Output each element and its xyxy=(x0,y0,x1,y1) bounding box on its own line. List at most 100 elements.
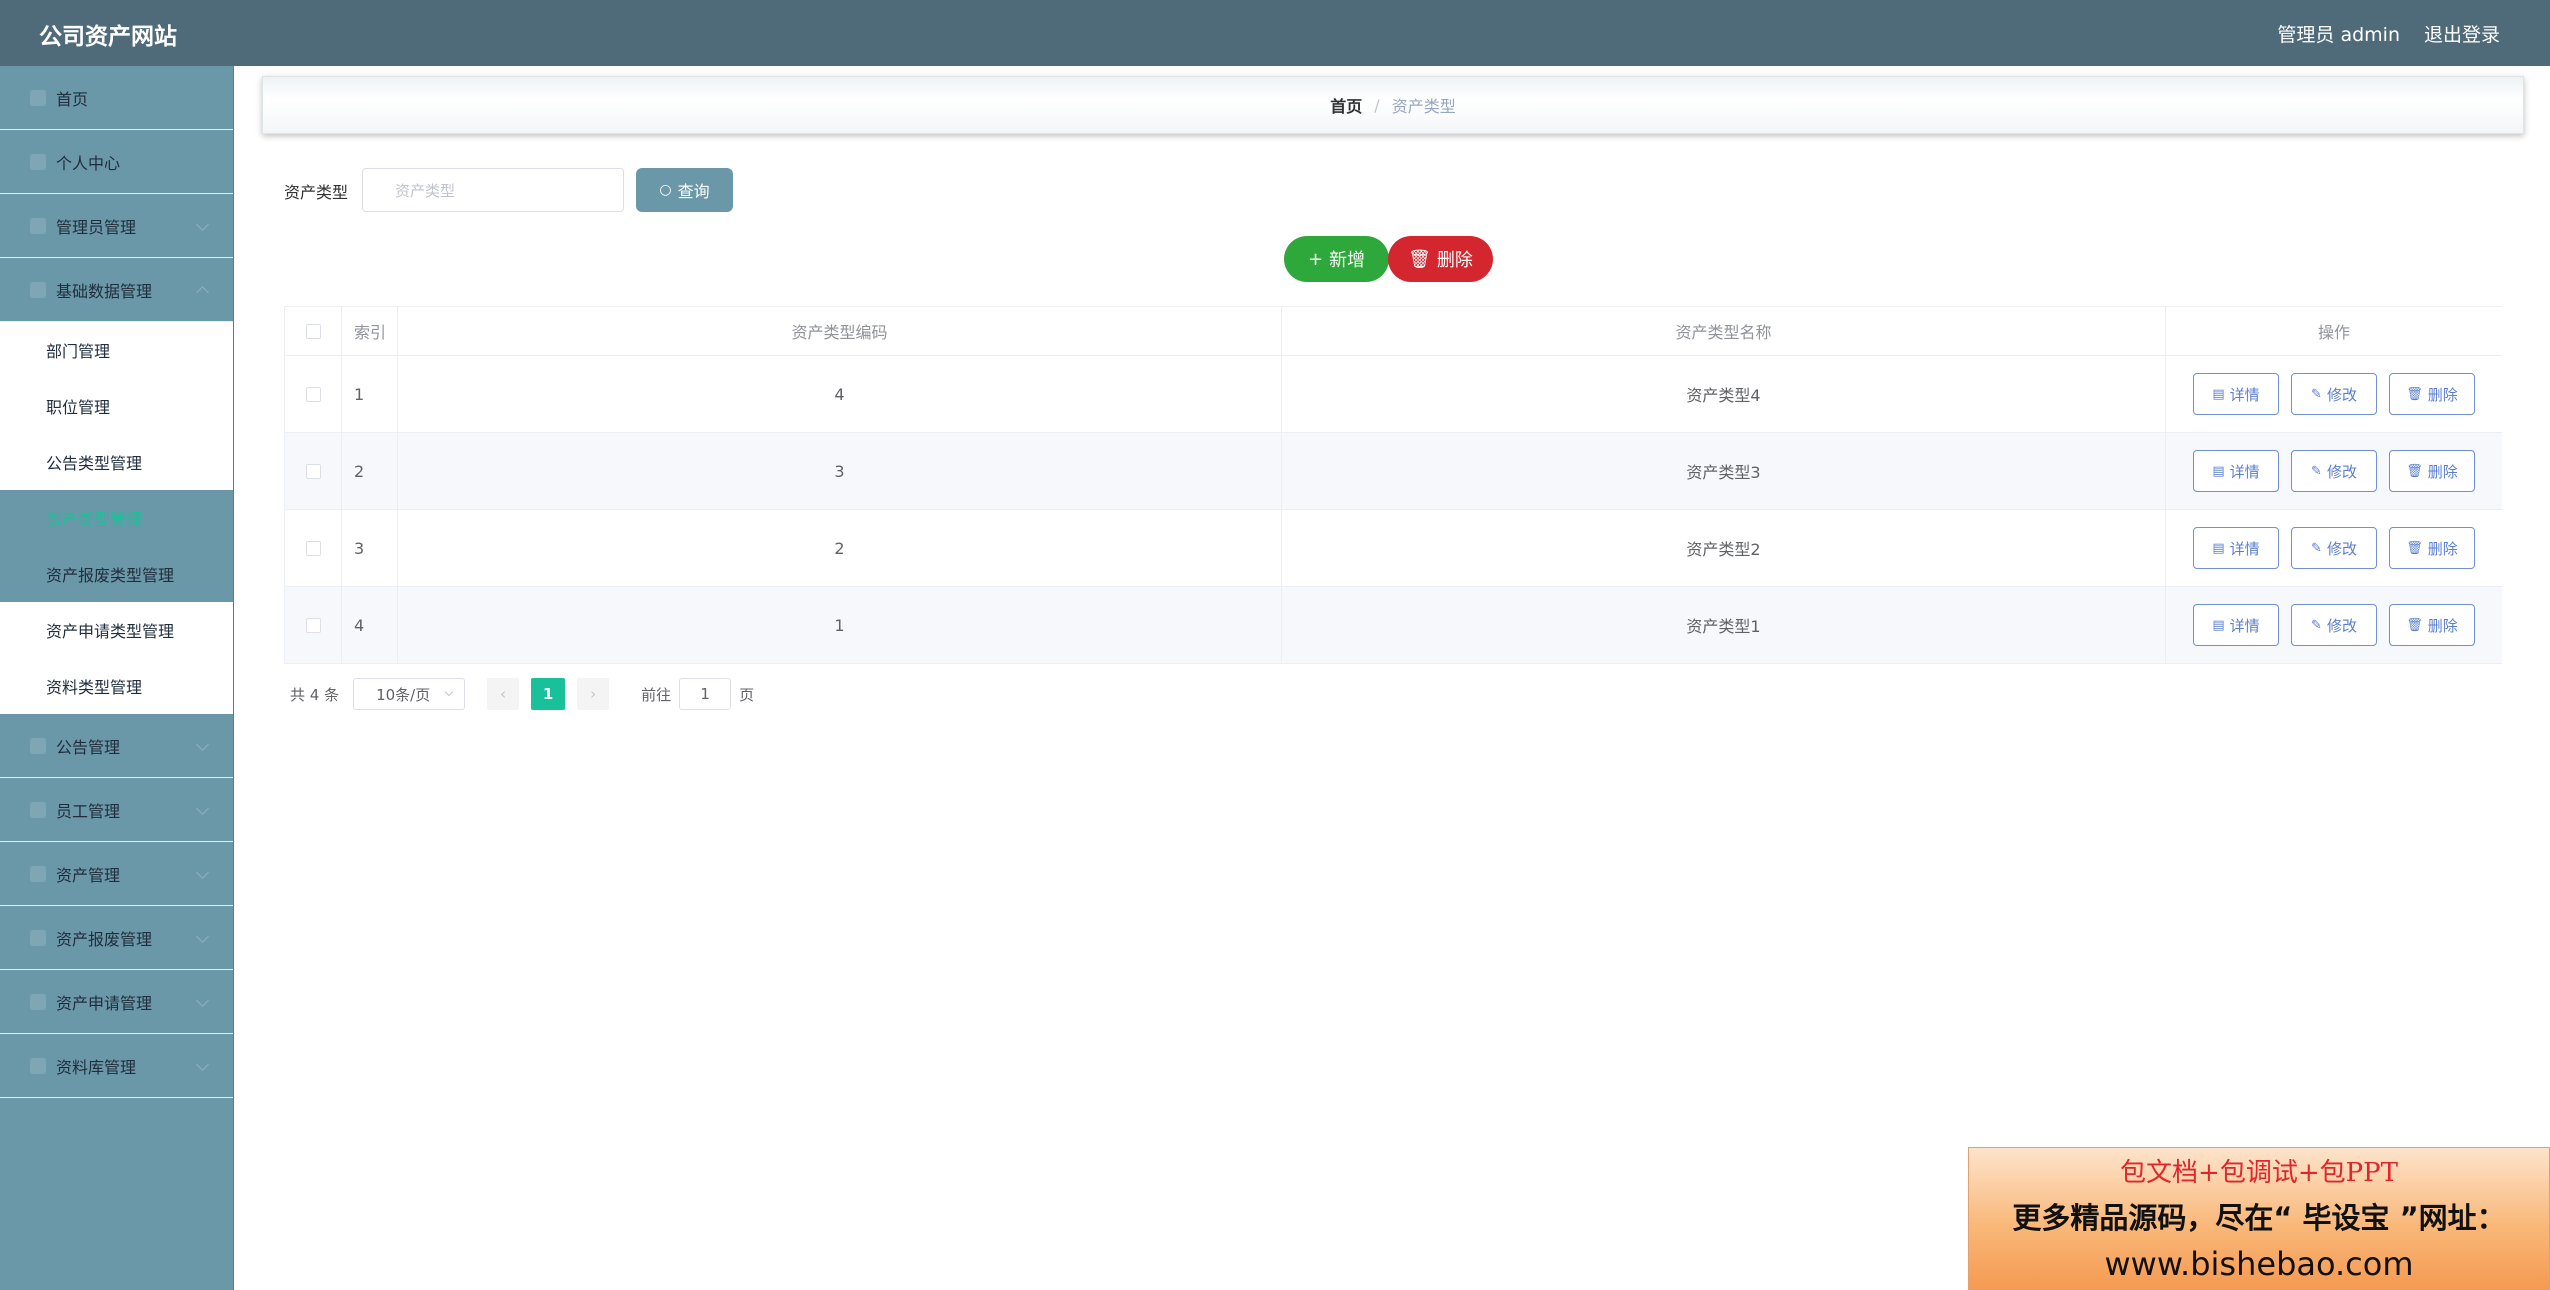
submenu-material-type[interactable]: 资料类型管理 xyxy=(0,658,233,714)
trash-icon: 🗑 xyxy=(2406,540,2423,556)
breadcrumb: 首页 / 资产类型 xyxy=(262,76,2524,134)
goto-page-input[interactable]: 1 xyxy=(679,678,732,710)
sidebar-item-label: 管理员管理 xyxy=(56,217,137,237)
trash-icon: 🗑 xyxy=(2406,463,2423,479)
submenu-notice-type[interactable]: 公告类型管理 xyxy=(0,434,233,490)
current-user: 管理员 admin xyxy=(2277,24,2400,46)
delete-button[interactable]: 🗑 删除 xyxy=(2389,373,2475,415)
header-name: 资产类型名称 xyxy=(1282,307,2166,355)
select-all-checkbox[interactable] xyxy=(305,323,321,339)
row-checkbox[interactable] xyxy=(305,386,321,402)
chevron-down-icon xyxy=(444,687,454,697)
row-checkbox[interactable] xyxy=(305,540,321,556)
top-header: 公司资产网站 管理员 admin 退出登录 xyxy=(0,0,2550,66)
submenu-department[interactable]: 部门管理 xyxy=(0,322,233,378)
home-icon xyxy=(30,89,46,106)
sidebar-item-admins[interactable]: 管理员管理 xyxy=(0,194,233,258)
edit-label: 修改 xyxy=(2326,385,2357,404)
submenu-asset-scrap-type[interactable]: 资产报废类型管理 xyxy=(0,546,233,602)
sidebar-item-library[interactable]: 资料库管理 xyxy=(0,1034,233,1098)
submenu-asset-type[interactable]: 资产类型管理 xyxy=(0,490,233,546)
page-number-current[interactable]: 1 xyxy=(531,678,566,710)
detail-button[interactable]: ▤ 详情 xyxy=(2193,527,2279,569)
site-title: 公司资产网站 xyxy=(39,24,177,50)
sidebar-item-asset-apply[interactable]: 资产申请管理 xyxy=(0,970,233,1034)
promo-banner: 包文档+包调试+包PPT 更多精品源码，尽在“ 毕设宝 ”网址： www.bis… xyxy=(1968,1147,2550,1290)
search-button-label: 查询 xyxy=(677,182,710,201)
page-size-select[interactable]: 10条/页 xyxy=(353,678,466,710)
header-code: 资产类型编码 xyxy=(398,307,1282,355)
edit-button[interactable]: ✎ 修改 xyxy=(2291,604,2377,646)
detail-button[interactable]: ▤ 详情 xyxy=(2193,373,2279,415)
delete-button[interactable]: 🗑 删除 xyxy=(2389,604,2475,646)
submenu-asset-apply-type[interactable]: 资产申请类型管理 xyxy=(0,602,233,658)
row-name: 资产类型2 xyxy=(1282,510,2166,586)
search-button[interactable]: ○ 查询 xyxy=(636,168,733,212)
logout-link[interactable]: 退出登录 xyxy=(2424,20,2500,47)
row-code: 1 xyxy=(398,587,1282,663)
sidebar-item-employees[interactable]: 员工管理 xyxy=(0,778,233,842)
row-check-cell xyxy=(284,587,342,663)
table-row: 1 4 资产类型4 ▤ 详情 ✎ 修改 🗑 删除 xyxy=(284,356,2502,433)
row-check-cell xyxy=(284,510,342,586)
row-index: 2 xyxy=(342,433,398,509)
banner-line-1: 包文档+包调试+包PPT xyxy=(2120,1158,2398,1188)
delete-label: 删除 xyxy=(2427,385,2458,404)
row-ops: ▤ 详情 ✎ 修改 🗑 删除 xyxy=(2166,433,2502,509)
sidebar-item-label: 个人中心 xyxy=(56,153,121,173)
pagination-total: 共 4 条 xyxy=(290,685,340,704)
breadcrumb-home[interactable]: 首页 xyxy=(1330,93,1362,117)
delete-button[interactable]: 🗑 删除 xyxy=(2389,450,2475,492)
edit-label: 修改 xyxy=(2326,462,2357,481)
row-code: 4 xyxy=(398,356,1282,432)
search-input[interactable]: 资产类型 xyxy=(362,168,624,212)
trash-icon: 🗑 xyxy=(1408,248,1431,270)
row-name: 资产类型4 xyxy=(1282,356,2166,432)
table-row: 4 1 资产类型1 ▤ 详情 ✎ 修改 🗑 删除 xyxy=(284,587,2502,664)
row-name: 资产类型3 xyxy=(1282,433,2166,509)
database-icon xyxy=(30,281,46,298)
sidebar: 首页 个人中心 管理员管理 基础数据管理 部门管理 职位管理 公告类型管理 资产… xyxy=(0,66,234,1290)
sidebar-item-profile[interactable]: 个人中心 xyxy=(0,130,233,194)
sidebar-item-home[interactable]: 首页 xyxy=(0,66,233,130)
chevron-down-icon xyxy=(196,930,209,943)
delete-label: 删除 xyxy=(2427,539,2458,558)
detail-button[interactable]: ▤ 详情 xyxy=(2193,450,2279,492)
document-icon: ▤ xyxy=(2212,617,2225,633)
page-size-value: 10条/页 xyxy=(376,685,431,704)
sidebar-item-label: 公告管理 xyxy=(56,737,121,757)
row-checkbox[interactable] xyxy=(305,617,321,633)
bulk-delete-button[interactable]: 🗑 删除 xyxy=(1388,236,1493,282)
submenu-position[interactable]: 职位管理 xyxy=(0,378,233,434)
row-index: 3 xyxy=(342,510,398,586)
asset-icon xyxy=(30,865,46,882)
add-button[interactable]: + 新增 xyxy=(1284,236,1389,282)
edit-icon: ✎ xyxy=(2311,617,2322,633)
next-page-button[interactable]: › xyxy=(577,678,610,710)
header-index: 索引 xyxy=(342,307,398,355)
row-check-cell xyxy=(284,356,342,432)
sidebar-item-label: 资料库管理 xyxy=(56,1057,137,1077)
prev-page-button[interactable]: ‹ xyxy=(487,678,520,710)
sidebar-item-basic-data[interactable]: 基础数据管理 xyxy=(0,258,233,322)
sidebar-item-label: 首页 xyxy=(56,89,89,109)
edit-button[interactable]: ✎ 修改 xyxy=(2291,527,2377,569)
edit-button[interactable]: ✎ 修改 xyxy=(2291,450,2377,492)
row-code: 3 xyxy=(398,433,1282,509)
breadcrumb-separator: / xyxy=(1374,95,1380,115)
edit-button[interactable]: ✎ 修改 xyxy=(2291,373,2377,415)
search-label: 资产类型 xyxy=(284,183,349,202)
sidebar-item-asset-scrap[interactable]: 资产报废管理 xyxy=(0,906,233,970)
edit-label: 修改 xyxy=(2326,539,2357,558)
sidebar-item-assets[interactable]: 资产管理 xyxy=(0,842,233,906)
header-ops: 操作 xyxy=(2317,323,2350,342)
sidebar-item-label: 资产报废管理 xyxy=(56,929,153,949)
sidebar-item-notices[interactable]: 公告管理 xyxy=(0,714,233,778)
sidebar-item-label: 资产管理 xyxy=(56,865,121,885)
delete-button[interactable]: 🗑 删除 xyxy=(2389,527,2475,569)
table-row: 3 2 资产类型2 ▤ 详情 ✎ 修改 🗑 删除 xyxy=(284,510,2502,587)
row-checkbox[interactable] xyxy=(305,463,321,479)
trash-icon: 🗑 xyxy=(2406,386,2423,402)
pagination: 共 4 条 10条/页 ‹ 1 › 前往 1 页 xyxy=(290,678,754,710)
detail-button[interactable]: ▤ 详情 xyxy=(2193,604,2279,646)
